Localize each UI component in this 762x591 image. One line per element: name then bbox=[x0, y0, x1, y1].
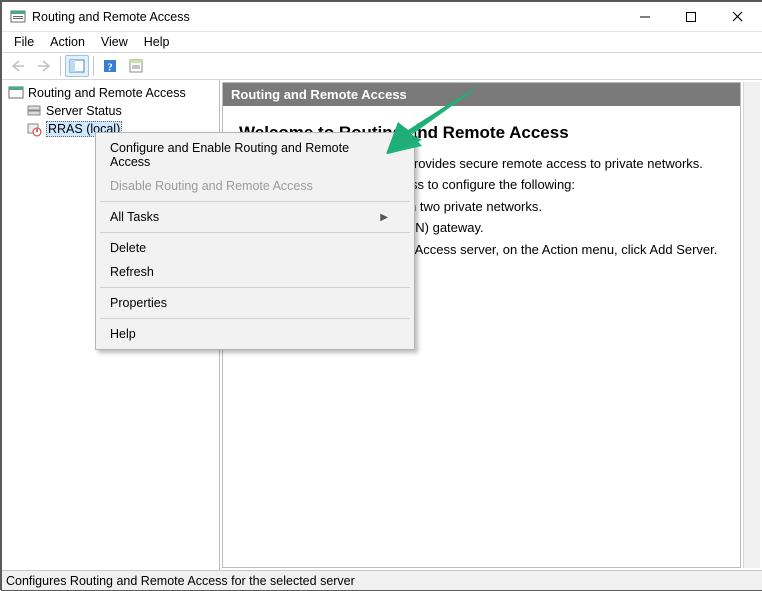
toolbar-separator bbox=[60, 56, 61, 76]
cm-properties[interactable]: Properties bbox=[98, 291, 412, 315]
back-button[interactable] bbox=[6, 55, 30, 77]
cm-refresh-label: Refresh bbox=[110, 265, 154, 279]
help-button[interactable]: ? bbox=[98, 55, 122, 77]
cm-all-tasks-label: All Tasks bbox=[110, 210, 159, 224]
cm-help-label: Help bbox=[110, 327, 136, 341]
menu-action[interactable]: Action bbox=[42, 33, 93, 51]
properties-button[interactable] bbox=[124, 55, 148, 77]
menu-help[interactable]: Help bbox=[136, 33, 178, 51]
close-button[interactable] bbox=[714, 2, 760, 31]
cm-configure-label: Configure and Enable Routing and Remote … bbox=[110, 141, 388, 169]
content-header: Routing and Remote Access bbox=[223, 83, 740, 106]
cm-separator bbox=[100, 318, 410, 319]
status-bar: Configures Routing and Remote Access for… bbox=[2, 570, 762, 590]
forward-button[interactable] bbox=[32, 55, 56, 77]
vertical-scrollbar[interactable] bbox=[743, 82, 760, 568]
tree-root[interactable]: Routing and Remote Access bbox=[4, 84, 217, 102]
svg-text:?: ? bbox=[107, 62, 113, 74]
cm-properties-label: Properties bbox=[110, 296, 167, 310]
show-hide-tree-button[interactable] bbox=[65, 55, 89, 77]
rras-root-icon bbox=[8, 85, 24, 101]
window-title: Routing and Remote Access bbox=[32, 10, 622, 24]
tree-root-label: Routing and Remote Access bbox=[28, 86, 186, 100]
window-controls bbox=[622, 2, 760, 31]
cm-disable-label: Disable Routing and Remote Access bbox=[110, 179, 313, 193]
server-status-icon bbox=[26, 103, 42, 119]
cm-refresh[interactable]: Refresh bbox=[98, 260, 412, 284]
menu-bar: File Action View Help bbox=[2, 32, 762, 52]
rras-local-icon bbox=[26, 121, 42, 137]
tree-server-status[interactable]: Server Status bbox=[4, 102, 217, 120]
cm-disable: Disable Routing and Remote Access bbox=[98, 174, 412, 198]
cm-delete[interactable]: Delete bbox=[98, 236, 412, 260]
toolbar-separator bbox=[93, 56, 94, 76]
menu-file[interactable]: File bbox=[6, 33, 42, 51]
cm-separator bbox=[100, 287, 410, 288]
title-bar: Routing and Remote Access bbox=[2, 2, 762, 32]
cm-separator bbox=[100, 232, 410, 233]
cm-configure-enable[interactable]: Configure and Enable Routing and Remote … bbox=[98, 136, 412, 174]
cm-delete-label: Delete bbox=[110, 241, 146, 255]
cm-help[interactable]: Help bbox=[98, 322, 412, 346]
tree-server-status-label: Server Status bbox=[46, 104, 122, 118]
menu-view[interactable]: View bbox=[93, 33, 136, 51]
context-menu: Configure and Enable Routing and Remote … bbox=[95, 132, 415, 350]
status-text: Configures Routing and Remote Access for… bbox=[6, 574, 355, 588]
cm-separator bbox=[100, 201, 410, 202]
cm-all-tasks[interactable]: All Tasks ▶ bbox=[98, 205, 412, 229]
app-icon bbox=[10, 9, 26, 25]
minimize-button[interactable] bbox=[622, 2, 668, 31]
maximize-button[interactable] bbox=[668, 2, 714, 31]
toolbar: ? bbox=[2, 52, 762, 80]
submenu-arrow-icon: ▶ bbox=[380, 212, 388, 223]
